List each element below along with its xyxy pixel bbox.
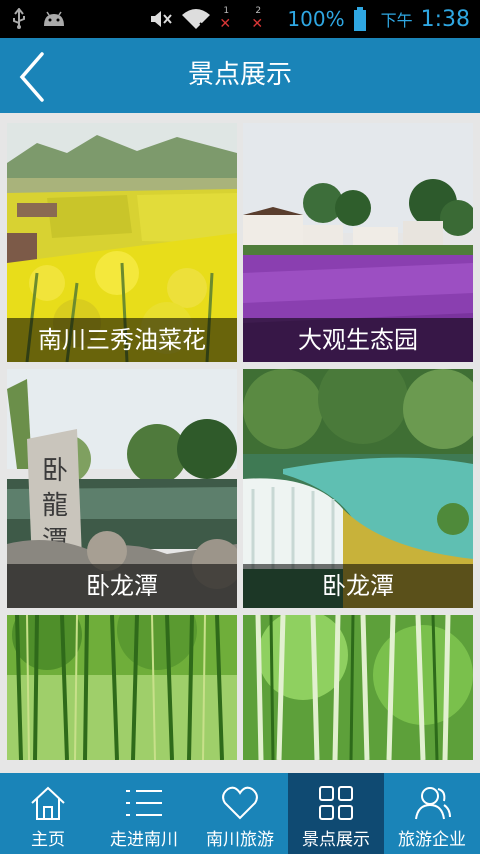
list-icon (126, 790, 162, 816)
wifi-icon (182, 9, 211, 30)
sim2-no-signal-icon: 2 ✕ (251, 6, 264, 32)
scenic-tile-eco-park[interactable]: 大观生态园 (243, 123, 473, 362)
nav-label: 旅游企业 (398, 830, 466, 850)
bottom-nav: 主页 走进南川 南川旅游 景点展示 旅游企业 (0, 773, 480, 854)
users-icon (415, 787, 451, 820)
nav-label: 走进南川 (110, 830, 178, 850)
grid-icon (319, 786, 353, 820)
svg-text:卧: 卧 (42, 456, 68, 486)
nav-item-enterprise[interactable]: 旅游企业 (384, 773, 480, 854)
tile-caption: 卧龙潭 (7, 564, 237, 608)
tile-caption: 卧龙潭 (243, 564, 473, 608)
bamboo-forest-image (243, 615, 473, 760)
time-period: 下午 (380, 11, 413, 30)
scenic-tile-bamboo-1[interactable] (7, 615, 237, 760)
status-bar: 1 ✕ 2 ✕ 100% 下午 1:38 (0, 0, 480, 38)
heart-icon (222, 786, 258, 820)
battery-icon (353, 7, 366, 31)
scenic-tile-wolongtan-2[interactable]: 卧龙潭 (243, 369, 473, 608)
nav-item-home[interactable]: 主页 (0, 773, 96, 854)
bamboo-forest-image (7, 615, 237, 760)
page-title: 景点展示 (187, 60, 292, 90)
android-icon (44, 11, 64, 26)
nav-item-intro[interactable]: 走进南川 (96, 773, 192, 854)
home-icon (31, 786, 65, 820)
scenic-tile-bamboo-2[interactable] (243, 615, 473, 760)
nav-label: 主页 (31, 830, 65, 850)
battery-percent: 100% (287, 7, 345, 31)
app-header: 景点展示 (0, 38, 480, 113)
nav-label: 南川旅游 (206, 830, 274, 850)
tile-caption: 大观生态园 (243, 318, 473, 362)
clock: 1:38 (420, 6, 470, 32)
scenic-grid: 南川三秀油菜花 大观生态园 卧 龍 潭 卧龙潭 卧龙潭 (0, 113, 480, 773)
tile-caption: 南川三秀油菜花 (7, 318, 237, 362)
nav-item-tourism[interactable]: 南川旅游 (192, 773, 288, 854)
sim1-no-signal-icon: 1 ✕ (219, 6, 232, 32)
nav-item-scenic[interactable]: 景点展示 (288, 773, 384, 854)
scenic-tile-rapeseed[interactable]: 南川三秀油菜花 (7, 123, 237, 362)
nav-label: 景点展示 (302, 830, 370, 850)
usb-icon (13, 8, 25, 29)
svg-text:龍: 龍 (42, 491, 68, 521)
scenic-tile-wolongtan-1[interactable]: 卧 龍 潭 卧龙潭 (7, 369, 237, 608)
mute-icon (151, 11, 173, 27)
